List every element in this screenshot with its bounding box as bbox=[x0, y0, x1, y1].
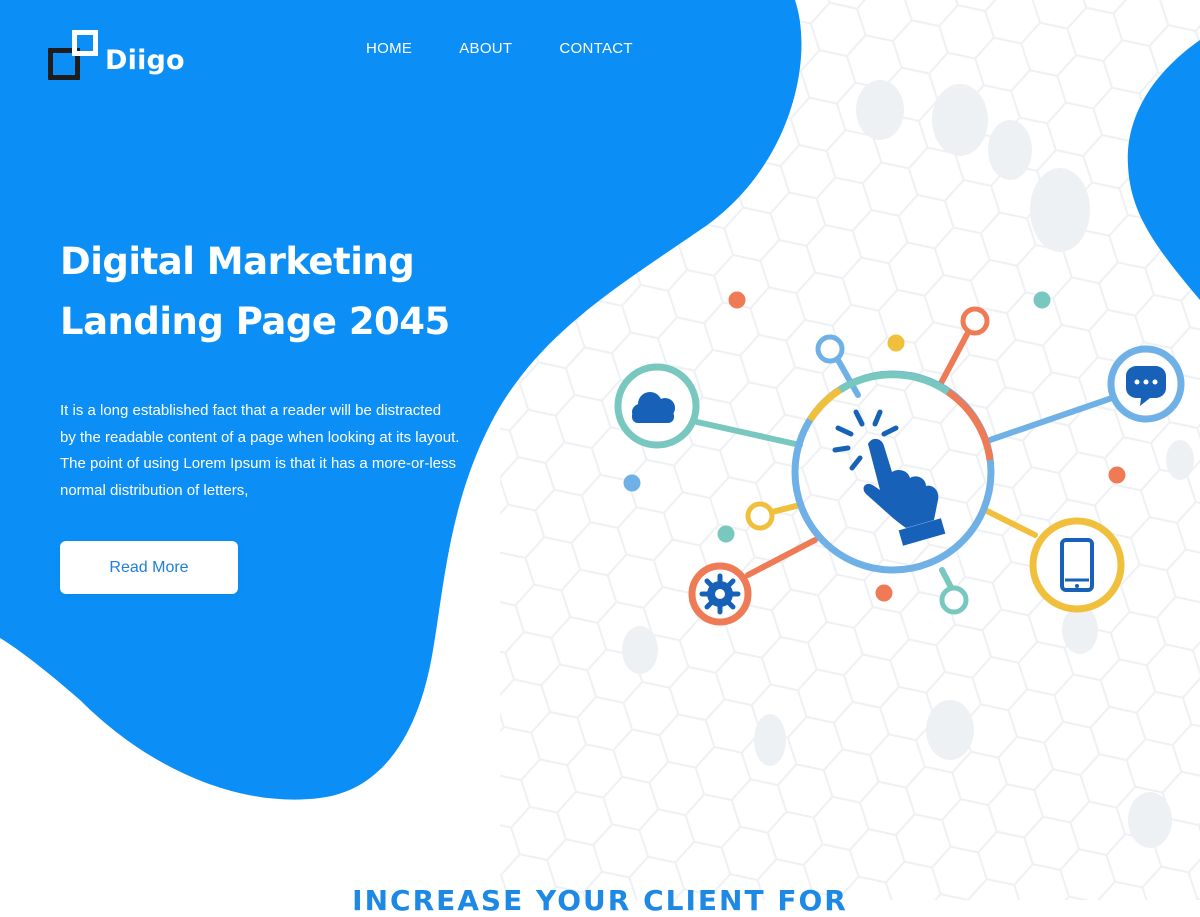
nav-about[interactable]: ABOUT bbox=[459, 40, 512, 57]
pointer-hand-icon bbox=[832, 409, 946, 546]
hero-description: It is a long established fact that a rea… bbox=[60, 402, 460, 499]
section-heading: INCREASE YOUR CLIENT FOR bbox=[352, 884, 848, 917]
brand-logo[interactable]: Diigo bbox=[48, 30, 185, 82]
chat-node bbox=[1107, 345, 1185, 423]
hero-title: Digital Marketing Landing Page 2045 bbox=[60, 232, 450, 352]
logo-icon bbox=[48, 30, 100, 82]
gear-node bbox=[688, 562, 752, 626]
nav-contact[interactable]: CONTACT bbox=[559, 40, 632, 57]
cloud-node bbox=[614, 363, 700, 449]
read-more-button[interactable]: Read More bbox=[60, 541, 238, 594]
main-nav: HOME ABOUT CONTACT bbox=[366, 40, 633, 57]
gear-icon bbox=[699, 573, 741, 615]
network-illustration bbox=[614, 291, 1185, 626]
nav-home[interactable]: HOME bbox=[366, 40, 412, 57]
phone-node bbox=[1029, 517, 1125, 613]
hero-title-line-2: Landing Page 2045 bbox=[60, 300, 450, 343]
hero-title-line-1: Digital Marketing bbox=[60, 240, 415, 283]
brand-name: Diigo bbox=[105, 44, 185, 76]
